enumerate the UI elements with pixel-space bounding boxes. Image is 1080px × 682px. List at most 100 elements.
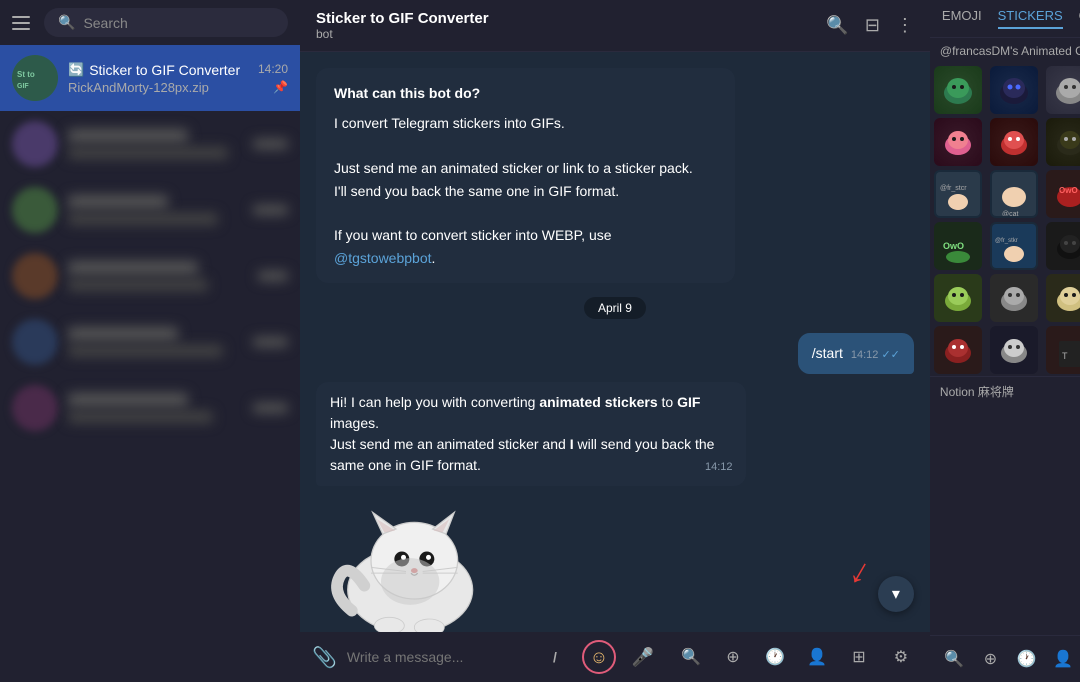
chat-header-left: Sticker to GIF Converter bot [316,10,489,41]
chat-item-5[interactable] [0,309,300,375]
grid-icon[interactable]: ⊞ [842,640,876,674]
chat-name: 🔄 Sticker to GIF Converter [68,62,248,78]
cat-sticker-display [316,494,496,632]
chat-info: 🔄 Sticker to GIF Converter RickAndMorty-… [68,62,248,95]
notion-title: Notion 麻将牌 [940,383,1014,400]
avatar [12,121,58,167]
zoom-icon[interactable]: ⊕ [716,640,750,674]
avatar [12,385,58,431]
chat-name [68,327,178,341]
tab-emoji[interactable]: EMOJI [942,8,982,29]
svg-text:OwO: OwO [1059,186,1078,195]
chat-preview: RickAndMorty-128px.zip [68,80,248,95]
incoming-time: 14:12 [705,459,733,476]
search-input[interactable]: Search [83,15,127,31]
chat-preview [68,411,213,423]
sticker-cell-18[interactable] [990,274,1038,322]
panel-person-icon[interactable]: 👤 [1048,644,1078,674]
avatar: St to GIF [12,55,58,101]
greeting-line2: Just send me an animated sticker or link… [334,157,717,202]
chat-item-4[interactable] [0,243,300,309]
notion-section-header: Notion 麻将牌 × [930,376,1080,406]
chat-info [68,261,248,291]
message-input[interactable] [347,649,528,665]
search-header-icon[interactable]: 🔍 [826,15,848,36]
incoming-message: Hi! I can help you with converting anima… [316,382,746,486]
chat-subtitle: bot [316,27,489,41]
mic-button[interactable]: 🎤 [626,640,660,674]
bottom-toolbar: 🔍 ⊕ 🕐 👤 ⊞ ⚙ [674,640,918,674]
sticker-cell-9[interactable]: @fr_stcr [934,170,982,218]
sticker-cell-10[interactable]: @cat [990,170,1038,218]
settings-icon[interactable]: ⚙ [884,640,918,674]
sticker-cell-2[interactable] [990,66,1038,114]
sticker-cell-13[interactable]: OwO [934,222,982,270]
chat-name [68,393,188,407]
command-button[interactable]: / [538,640,572,674]
chat-name [68,195,168,209]
layout-icon[interactable]: ⊟ [865,15,880,36]
chat-preview [68,279,208,291]
sticker-cell-17[interactable] [934,274,982,322]
chat-item-2[interactable] [0,111,300,177]
search-bar[interactable]: 🔍 Search [44,8,288,37]
chat-meta: 14:20 📌 [258,62,288,94]
svg-text:GIF: GIF [17,83,29,90]
chat-header: Sticker to GIF Converter bot 🔍 ⊟ ⋮ [300,0,930,52]
sticker-grid-5 [930,272,1080,324]
emoji-button[interactable]: ☺ [582,640,616,674]
chat-meta [253,205,288,215]
sticker-cell-22[interactable] [990,326,1038,374]
sticker-cell-23[interactable]: T [1046,326,1080,374]
svg-text:St to: St to [17,70,35,79]
tab-stickers[interactable]: STICKERS [998,8,1063,29]
bot-greeting-bubble: What can this bot do? I convert Telegram… [316,68,735,283]
sidebar-header: 🔍 Search [0,0,300,45]
input-actions: / ☺ 🎤 [538,640,660,674]
sticker-cell-21[interactable] [934,326,982,374]
chat-meta [253,403,288,413]
chat-time [253,205,288,215]
panel-search-icon[interactable]: 🔍 [939,644,969,674]
panel-zoom-icon[interactable]: ⊕ [975,644,1005,674]
chat-item-6[interactable] [0,375,300,441]
scroll-down-button[interactable]: ▾ [878,576,914,612]
sticker-cell-3[interactable] [1046,66,1080,114]
chat-item-3[interactable] [0,177,300,243]
sticker-cell-19[interactable] [1046,274,1080,322]
sticker-cell-5[interactable] [934,118,982,166]
more-options-icon[interactable]: ⋮ [896,15,914,36]
input-bar: 📎 / ☺ 🎤 🔍 ⊕ 🕐 👤 ⊞ ⚙ [300,632,930,682]
panel-clock-icon[interactable]: 🕐 [1012,644,1042,674]
chat-meta [253,139,288,149]
sticker-panel: EMOJI STICKERS GIFS × @francasDM's Anima… [930,0,1080,682]
pin-icon: 📌 [273,80,288,94]
panel-tabs: EMOJI STICKERS GIFS [942,8,1080,29]
sticker-cell-6[interactable] [990,118,1038,166]
history-icon[interactable]: 🕐 [758,640,792,674]
avatar [12,319,58,365]
greeting-question: What can this bot do? [334,82,717,104]
chat-info [68,195,243,225]
chat-info [68,129,243,159]
sticker-panel-tabs: EMOJI STICKERS GIFS × [930,0,1080,38]
svg-text:@fr_stcr: @fr_stcr [940,185,967,192]
attach-icon[interactable]: 📎 [312,645,337,670]
chat-name [68,129,188,143]
chat-item-sticker-bot[interactable]: St to GIF 🔄 Sticker to GIF Converter Ric… [0,45,300,111]
sticker-cell-14[interactable]: @fr_stkr [990,222,1038,270]
svg-text:T: T [1062,351,1068,361]
chat-time [258,271,288,281]
avatar [12,253,58,299]
outgoing-message: /start 14:12 ✓✓ [798,333,914,374]
chat-meta [258,271,288,281]
sticker-cell-11[interactable]: OwO [1046,170,1080,218]
search-bottom-icon[interactable]: 🔍 [674,640,708,674]
hamburger-menu[interactable] [12,12,34,34]
sticker-cell-15[interactable] [1046,222,1080,270]
outgoing-text: /start [812,345,843,361]
search-icon: 🔍 [58,14,75,31]
profile-icon[interactable]: 👤 [800,640,834,674]
sticker-cell-7[interactable] [1046,118,1080,166]
sticker-cell-1[interactable] [934,66,982,114]
